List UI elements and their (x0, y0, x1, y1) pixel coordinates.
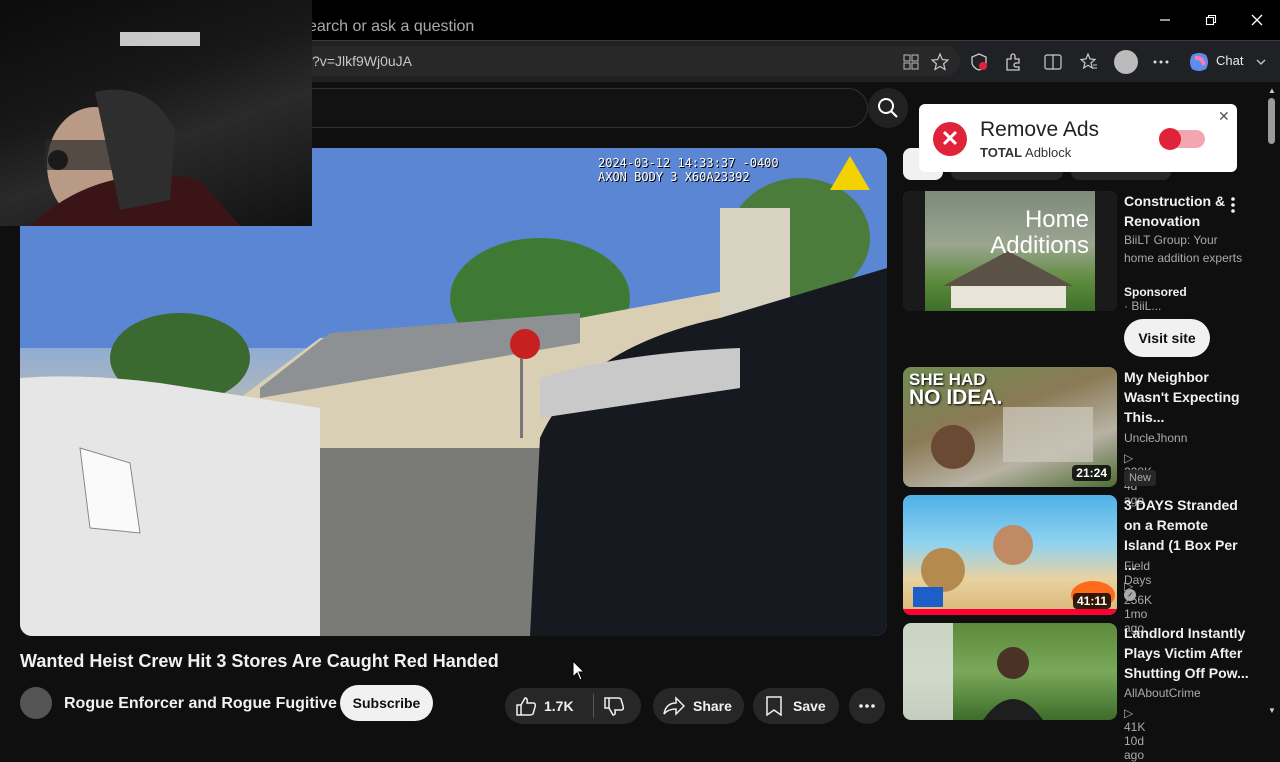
scroll-thumb[interactable] (1268, 98, 1275, 144)
more-options-icon[interactable] (1150, 51, 1172, 73)
toggle-knob[interactable] (1159, 128, 1181, 150)
chevron-down-icon[interactable] (1254, 51, 1268, 73)
adblock-x-icon: ✕ (933, 122, 967, 156)
video-thumbnail[interactable] (903, 623, 1117, 720)
ad-thumb-line-1: Home (1024, 206, 1089, 233)
visit-site-button[interactable]: Visit site (1124, 319, 1210, 357)
bookmark-icon (765, 696, 783, 719)
share-label: Share (693, 698, 732, 714)
video-duration: 41:11 (1072, 593, 1111, 609)
title-line-2: Plays Victim After (1124, 645, 1243, 661)
bodycam-timestamp: 2024-03-12 14:33:37 -0400 AXON BODY 3 X6… (598, 156, 779, 184)
favorite-star-icon[interactable] (929, 51, 951, 73)
title-line-3: Shutting Off Pow... (1124, 665, 1249, 681)
like-dislike-group: 1.7K (505, 688, 641, 724)
chat-label[interactable]: Chat (1216, 53, 1243, 68)
more-horizontal-icon (859, 704, 875, 708)
thumb-line-2: NO IDEA. (909, 386, 1003, 409)
page-scrollbar[interactable]: ▲ ▼ (1264, 82, 1280, 720)
title-line-3: This... (1124, 409, 1165, 425)
ad-thumb-text: Home Additions (903, 207, 1117, 259)
save-button[interactable]: Save (753, 688, 839, 724)
video-title: My Neighbor Wasn't Expecting This... (1124, 367, 1249, 427)
like-count[interactable]: 1.7K (544, 698, 574, 714)
video-thumbnail[interactable]: SHE HAD NO IDEA. 21:24 (903, 367, 1117, 487)
profile-avatar-icon[interactable] (1114, 50, 1138, 74)
views-age: 41K 10d ago (1124, 720, 1146, 762)
title-line-2: on a Remote (1124, 517, 1209, 533)
extensions-icon[interactable] (1002, 51, 1024, 73)
save-label: Save (793, 698, 826, 714)
url-text[interactable]: ?v=Jlkf9Wj0uJA (312, 53, 412, 69)
thumb-overlay-text: SHE HAD NO IDEA. (909, 371, 1003, 409)
share-icon (663, 696, 686, 719)
video-title: Landlord Instantly Plays Victim After Sh… (1124, 623, 1249, 683)
channel-name[interactable]: Rogue Enforcer and Rogue Fugitive (64, 695, 337, 713)
webcam-overlay (0, 0, 312, 226)
restore-icon[interactable] (1196, 8, 1226, 32)
video-duration: 21:24 (1072, 465, 1111, 481)
thumbs-up-icon[interactable] (515, 696, 537, 719)
share-button[interactable]: Share (653, 688, 744, 724)
thumbs-down-icon[interactable] (603, 697, 625, 720)
ad-sponsored-line: Sponsored · BiiL... (1124, 285, 1187, 313)
adblock-brand: TOTAL Adblock (980, 145, 1071, 160)
favorites-icon[interactable] (1078, 51, 1100, 73)
ad-thumb-line-2: Additions (990, 232, 1089, 259)
ad-more-icon[interactable] (1231, 197, 1235, 218)
search-placeholder: earch or ask a question (308, 18, 475, 35)
adblock-title: Remove Ads (980, 118, 1100, 141)
adblock-brand-strong: TOTAL (980, 145, 1023, 160)
video-meta: ▷ 41K 10d ago (1124, 706, 1146, 762)
search-button[interactable] (868, 88, 908, 128)
adblock-extension-icon[interactable] (968, 51, 990, 73)
title-line-1: My Neighbor (1124, 369, 1209, 385)
split-screen-icon[interactable] (1042, 51, 1064, 73)
search-icon (878, 98, 898, 118)
channel-name[interactable]: AllAboutCrime (1124, 686, 1201, 700)
title-line-1: Landlord Instantly (1124, 625, 1246, 641)
minimize-icon[interactable] (1150, 8, 1180, 32)
close-window-icon[interactable] (1242, 8, 1272, 32)
webcam-feed-image (30, 32, 240, 226)
adblock-product: Adblock (1025, 145, 1072, 160)
close-icon[interactable]: ✕ (1218, 108, 1230, 125)
like-divider (593, 694, 594, 718)
title-line-1: 3 DAYS Stranded (1124, 497, 1238, 513)
subscribe-button[interactable]: Subscribe (340, 685, 433, 721)
video-thumbnail[interactable]: 41:11 (903, 495, 1117, 615)
video-title: Wanted Heist Crew Hit 3 Stores Are Caugh… (20, 651, 499, 671)
app-available-icon[interactable] (900, 51, 922, 73)
adblock-popup: ✕ Remove Ads TOTAL Adblock ✕ (919, 104, 1237, 172)
new-badge: New (1124, 470, 1157, 486)
ad-advertiser: BiiLT Group: Your home addition experts (1124, 233, 1243, 265)
scroll-up-icon[interactable]: ▲ (1268, 86, 1276, 95)
title-line-2: Wasn't Expecting (1124, 389, 1240, 405)
copilot-icon[interactable] (1188, 51, 1210, 73)
sponsored-label: Sponsored (1124, 285, 1187, 299)
search-input[interactable] (290, 88, 868, 128)
sponsor-suffix: · BiiL... (1124, 299, 1162, 313)
more-actions-button[interactable] (849, 688, 885, 724)
ad-thumbnail[interactable]: Home Additions (903, 191, 1117, 311)
channel-avatar[interactable] (20, 687, 52, 719)
scroll-down-icon[interactable]: ▼ (1268, 706, 1276, 715)
mouse-cursor-icon (572, 659, 586, 687)
channel-name[interactable]: UncleJhonn (1124, 431, 1187, 445)
